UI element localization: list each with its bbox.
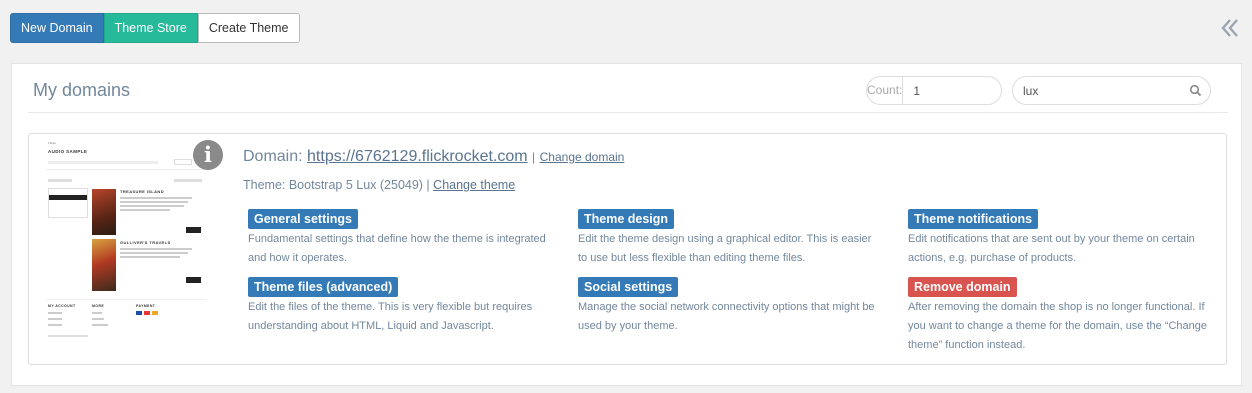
preview-product-title-2: GULLIVER'S TRAVELS bbox=[120, 240, 171, 245]
theme-store-button[interactable]: Theme Store bbox=[103, 13, 198, 43]
theme-design-button[interactable]: Theme design bbox=[578, 209, 675, 229]
panel-title: My domains bbox=[33, 80, 131, 100]
preview-cart-button bbox=[186, 277, 201, 283]
preview-footer-col-3: PAYMENT bbox=[136, 304, 156, 308]
preview-nav-bar bbox=[48, 161, 158, 164]
panel-divider bbox=[28, 112, 1228, 113]
general-settings-block: General settings Fundamental settings th… bbox=[248, 209, 548, 268]
preview-sort bbox=[174, 179, 202, 182]
search-icon[interactable] bbox=[1189, 84, 1202, 97]
theme-preview-thumbnail[interactable]: Fliéke AUDIO SAMPLE TREASURE ISLAND GULL… bbox=[46, 139, 206, 349]
preview-footer-col-2: MORE bbox=[92, 304, 105, 308]
theme-notifications-button[interactable]: Theme notifications bbox=[908, 209, 1039, 229]
general-settings-button[interactable]: General settings bbox=[248, 209, 358, 229]
preview-cart-button bbox=[186, 227, 201, 233]
general-settings-description: Fundamental settings that define how the… bbox=[248, 233, 546, 264]
social-settings-block: Social settings Manage the social networ… bbox=[578, 277, 878, 336]
preview-sidebar bbox=[48, 188, 88, 218]
preview-payment-icon bbox=[152, 311, 158, 315]
count-label: Count: bbox=[867, 77, 904, 104]
preview-footer-col-1: MY ACCOUNT bbox=[48, 304, 76, 308]
theme-notifications-block: Theme notifications Edit notifications t… bbox=[908, 209, 1208, 268]
preview-text-line bbox=[120, 209, 170, 211]
preview-product-image-2 bbox=[92, 239, 116, 291]
search-input[interactable] bbox=[1023, 77, 1183, 104]
change-theme-link[interactable]: Change theme bbox=[433, 178, 515, 192]
theme-design-block: Theme design Edit the theme design using… bbox=[578, 209, 878, 268]
theme-design-description: Edit the theme design using a graphical … bbox=[578, 233, 872, 264]
preview-text-line bbox=[120, 197, 192, 199]
new-domain-button[interactable]: New Domain bbox=[10, 13, 104, 43]
domain-label: Domain: bbox=[243, 148, 303, 165]
remove-domain-description: After removing the domain the shop is no… bbox=[908, 301, 1208, 351]
domain-url-link[interactable]: https://6762129.flickrocket.com bbox=[307, 148, 528, 165]
preview-text-line bbox=[120, 252, 188, 254]
preview-sidebar-active bbox=[49, 195, 87, 200]
preview-divider bbox=[46, 169, 206, 170]
theme-files-button[interactable]: Theme files (advanced) bbox=[248, 277, 399, 297]
preview-payment-icon bbox=[144, 311, 150, 315]
count-field: Count: bbox=[866, 76, 1002, 105]
preview-text-line bbox=[92, 318, 104, 320]
domain-separator: | bbox=[532, 150, 536, 164]
preview-text-line bbox=[92, 324, 108, 326]
search-field bbox=[1012, 76, 1211, 105]
preview-text-line bbox=[92, 312, 102, 314]
preview-copyright bbox=[48, 335, 88, 337]
toolbar: New Domain Theme Store Create Theme bbox=[10, 13, 300, 43]
remove-domain-button[interactable]: Remove domain bbox=[908, 277, 1017, 297]
preview-text-line bbox=[120, 205, 184, 207]
theme-line: Theme: Bootstrap 5 Lux (25049) | Change … bbox=[243, 178, 515, 192]
change-domain-link[interactable]: Change domain bbox=[540, 150, 625, 164]
preview-text-line bbox=[48, 312, 62, 314]
preview-text-line bbox=[48, 318, 62, 320]
remove-domain-block: Remove domain After removing the domain … bbox=[908, 277, 1208, 355]
preview-divider bbox=[46, 299, 206, 300]
double-chevron-left-icon[interactable] bbox=[1218, 16, 1242, 40]
preview-search-box bbox=[174, 159, 192, 165]
social-settings-button[interactable]: Social settings bbox=[578, 277, 679, 297]
my-domains-panel: My domains Count: Fliéke AUDIO SAMPLE TR bbox=[11, 63, 1242, 386]
create-theme-button[interactable]: Create Theme bbox=[197, 13, 300, 43]
domain-line: Domain: https://6762129.flickrocket.com … bbox=[243, 148, 624, 166]
domain-card: Fliéke AUDIO SAMPLE TREASURE ISLAND GULL… bbox=[28, 133, 1227, 365]
preview-text-line bbox=[120, 248, 192, 250]
preview-text-line bbox=[120, 201, 188, 203]
preview-brand-small: Fliéke bbox=[48, 141, 57, 145]
count-input[interactable] bbox=[903, 77, 1001, 104]
preview-brand: AUDIO SAMPLE bbox=[48, 149, 88, 154]
preview-text-line bbox=[48, 324, 62, 326]
theme-files-description: Edit the files of the theme. This is ver… bbox=[248, 301, 533, 332]
social-settings-description: Manage the social network connectivity o… bbox=[578, 301, 875, 332]
preview-breadcrumb bbox=[48, 179, 72, 182]
preview-product-title-1: TREASURE ISLAND bbox=[120, 189, 165, 194]
theme-info-text: Theme: Bootstrap 5 Lux (25049) | bbox=[243, 178, 430, 192]
preview-payment-icon bbox=[136, 311, 142, 315]
theme-notifications-description: Edit notifications that are sent out by … bbox=[908, 233, 1195, 264]
preview-product-image-1 bbox=[92, 189, 116, 235]
theme-files-block: Theme files (advanced) Edit the files of… bbox=[248, 277, 548, 336]
info-icon[interactable]: i bbox=[193, 140, 223, 170]
preview-text-line bbox=[120, 256, 180, 258]
